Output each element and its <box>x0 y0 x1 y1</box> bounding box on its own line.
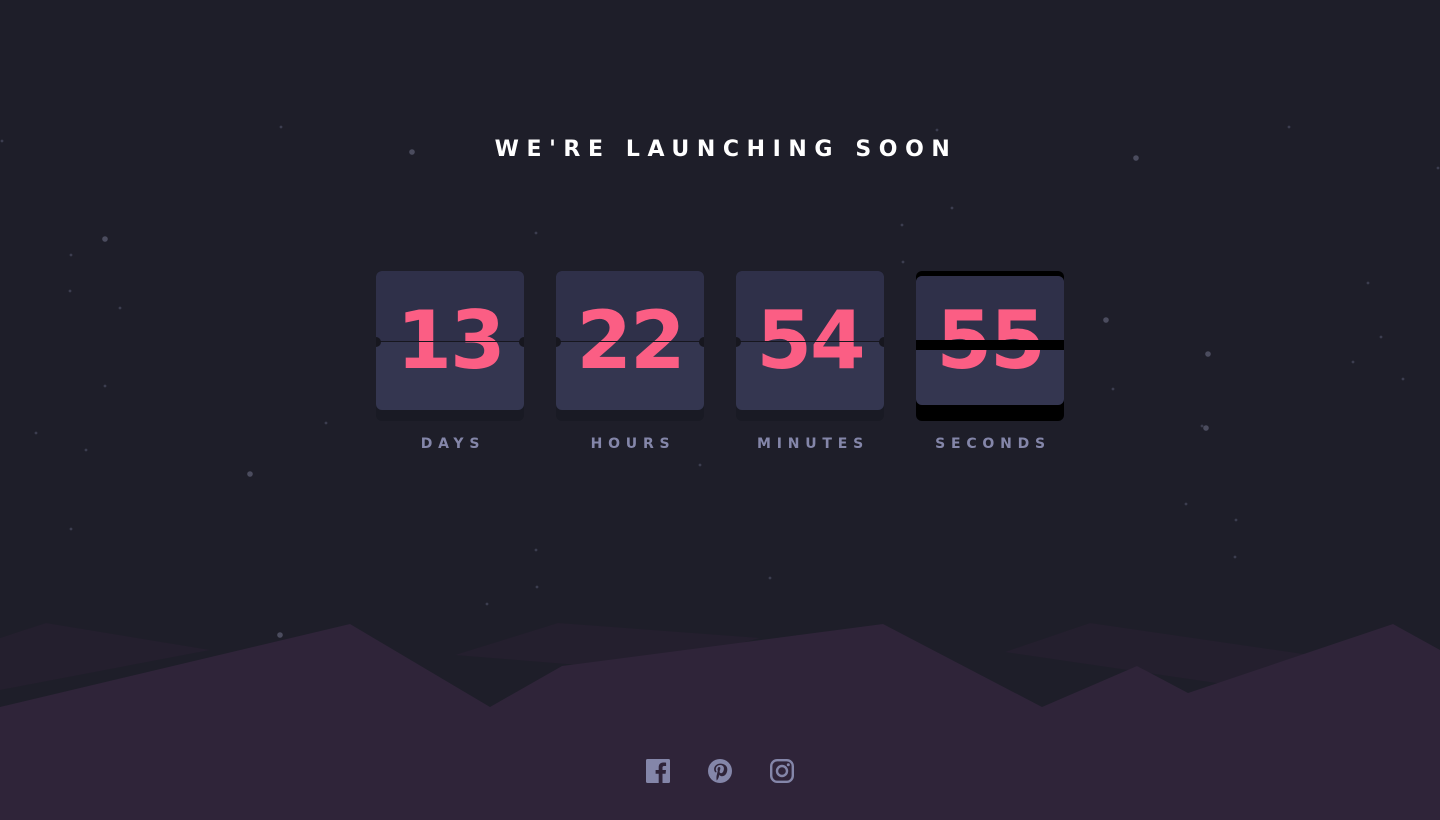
card-notch-right <box>519 337 524 347</box>
hours-label: HOURS <box>590 436 676 452</box>
hills-illustration <box>0 623 1440 820</box>
flip-card-days: 13 <box>376 271 524 421</box>
pinterest-link[interactable] <box>707 758 733 784</box>
card-flip-seam <box>916 340 1064 350</box>
flip-card-minutes: 54 <box>736 271 884 421</box>
card-face: 54 <box>736 271 884 410</box>
card-face: 55 <box>916 276 1064 405</box>
instagram-icon <box>770 759 794 783</box>
card-face: 22 <box>556 271 704 410</box>
card-notch-right <box>879 337 884 347</box>
countdown-days: 13 DAYS <box>376 271 524 452</box>
instagram-link[interactable] <box>769 758 795 784</box>
facebook-link[interactable] <box>645 758 671 784</box>
pinterest-icon <box>708 759 732 783</box>
countdown-hours: 22 HOURS <box>556 271 704 452</box>
countdown-timer: 13 DAYS 22 HOURS 54 MINUTES 55 SECONDS <box>376 271 1064 452</box>
flip-card-hours: 22 <box>556 271 704 421</box>
card-notch-right <box>699 337 704 347</box>
card-seam <box>556 341 704 342</box>
card-seam <box>736 341 884 342</box>
seconds-label: SECONDS <box>935 436 1051 452</box>
page-title: WE'RE LAUNCHING SOON <box>494 137 958 162</box>
launch-countdown-page: WE'RE LAUNCHING SOON 13 DAYS 22 HOURS 54… <box>0 0 1440 820</box>
countdown-minutes: 54 MINUTES <box>736 271 884 452</box>
facebook-icon <box>646 759 670 783</box>
social-links <box>0 758 1440 784</box>
flip-card-seconds: 55 <box>916 271 1064 421</box>
days-label: DAYS <box>420 436 486 452</box>
card-seam <box>376 341 524 342</box>
minutes-label: MINUTES <box>756 436 870 452</box>
card-face: 13 <box>376 271 524 410</box>
countdown-seconds: 55 SECONDS <box>916 271 1064 452</box>
